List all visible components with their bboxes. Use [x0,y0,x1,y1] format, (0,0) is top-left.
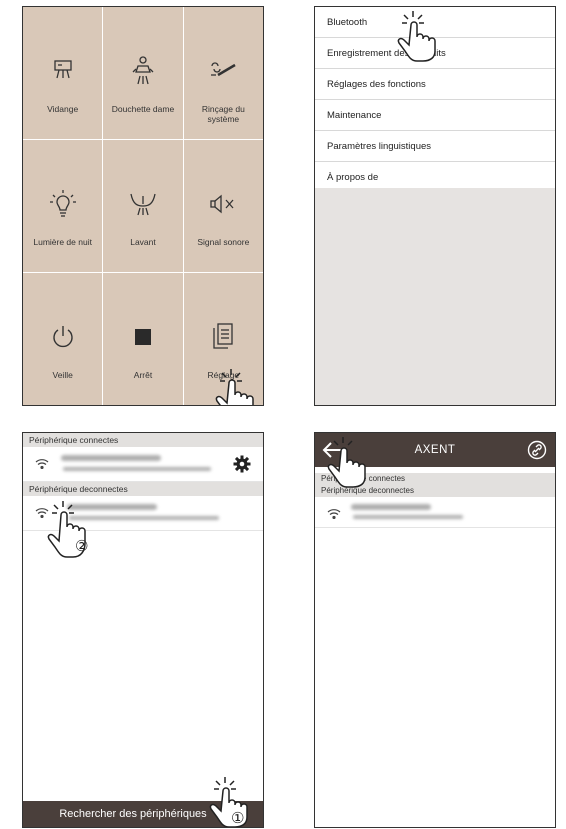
step-marker-2: ② [75,537,89,555]
tile-settings[interactable]: Réglage [183,273,263,405]
device-search-screen: Périphérique connectes Périphérique deco… [22,432,264,828]
sound-mute-icon [203,184,243,224]
system-rinse-icon [203,51,243,91]
function-grid-screen: Vidange Douchette dame Rinçage du systèm… [22,6,264,406]
stop-icon [123,317,163,357]
tile-night-light[interactable]: Lumière de nuit [23,140,103,272]
empty-area [315,188,555,405]
menu-item-function-settings[interactable]: Réglages des fonctions [315,69,555,100]
menu-item-product-registration[interactable]: Enregistrement des produits [315,38,555,69]
menu-item-label: Maintenance [327,109,382,121]
menu-item-label: Paramètres linguistiques [327,140,432,152]
device-id-blurred [353,515,463,519]
device-name-blurred [61,455,161,461]
tile-label: Lavant [130,237,156,247]
tile-label: Signal sonore [197,237,250,247]
step-marker-1: ① [231,809,245,827]
connected-section-header: Périphérique connectes [23,433,263,447]
menu-item-label: À propos de [327,171,379,183]
wifi-icon [35,508,49,518]
device-list-screen: AXENT Périphérique connectes Périphériqu… [314,432,556,828]
function-grid: Vidange Douchette dame Rinçage du systèm… [23,7,263,405]
gear-icon[interactable] [233,455,251,473]
search-devices-label: Rechercher des périphériques [59,808,207,820]
app-title: AXENT [414,444,456,456]
tile-label: Lumière de nuit [33,237,92,247]
wifi-icon [35,459,49,469]
tile-label: Arrêt [133,370,153,380]
lady-wash-icon [123,51,163,91]
link-icon[interactable] [527,440,547,460]
tile-label: Douchette dame [111,104,175,114]
connected-device-row[interactable] [23,447,263,482]
settings-menu-screen: Bluetooth Enregistrement des produits Ré… [314,6,556,406]
disconnected-section-header: Périphérique deconnectes [23,482,263,496]
tile-label: Rinçage du système [201,104,245,124]
disconnected-section-header: Périphérique deconnectes [315,485,555,497]
menu-item-bluetooth[interactable]: Bluetooth [315,7,555,38]
settings-menu: Bluetooth Enregistrement des produits Ré… [315,7,555,193]
tile-sound[interactable]: Signal sonore [183,140,263,272]
menu-item-maintenance[interactable]: Maintenance [315,100,555,131]
search-devices-button[interactable]: Rechercher des périphériques [23,801,263,827]
tile-label: Vidange [47,104,79,114]
night-light-icon [43,184,83,224]
tile-stop[interactable]: Arrêt [103,273,183,405]
menu-item-label: Enregistrement des produits [327,47,446,59]
tile-system-rinse[interactable]: Rinçage du système [183,7,263,139]
wifi-icon [327,509,341,519]
tile-label: Veille [52,370,73,380]
device-name-blurred [351,504,431,510]
rear-wash-icon [123,184,163,224]
disconnected-device-row[interactable] [23,496,263,531]
disconnected-device-row[interactable] [315,497,555,528]
menu-item-label: Réglages des fonctions [327,78,426,90]
device-id-blurred [63,467,211,471]
device-id-blurred [69,516,219,520]
tile-lady-wash[interactable]: Douchette dame [103,7,183,139]
connected-section-header: Périphérique connectes [315,473,555,485]
tile-standby[interactable]: Veille [23,273,103,405]
tile-rear-wash[interactable]: Lavant [103,140,183,272]
settings-doc-icon [203,317,243,357]
device-name-blurred [67,504,157,510]
app-bar: AXENT [315,433,555,467]
tile-label: Réglage [207,370,240,380]
menu-item-label: Bluetooth [327,16,368,28]
divider [257,633,263,801]
menu-item-language[interactable]: Paramètres linguistiques [315,131,555,162]
power-icon [43,317,83,357]
drain-icon [43,51,83,91]
tile-drain[interactable]: Vidange [23,7,103,139]
